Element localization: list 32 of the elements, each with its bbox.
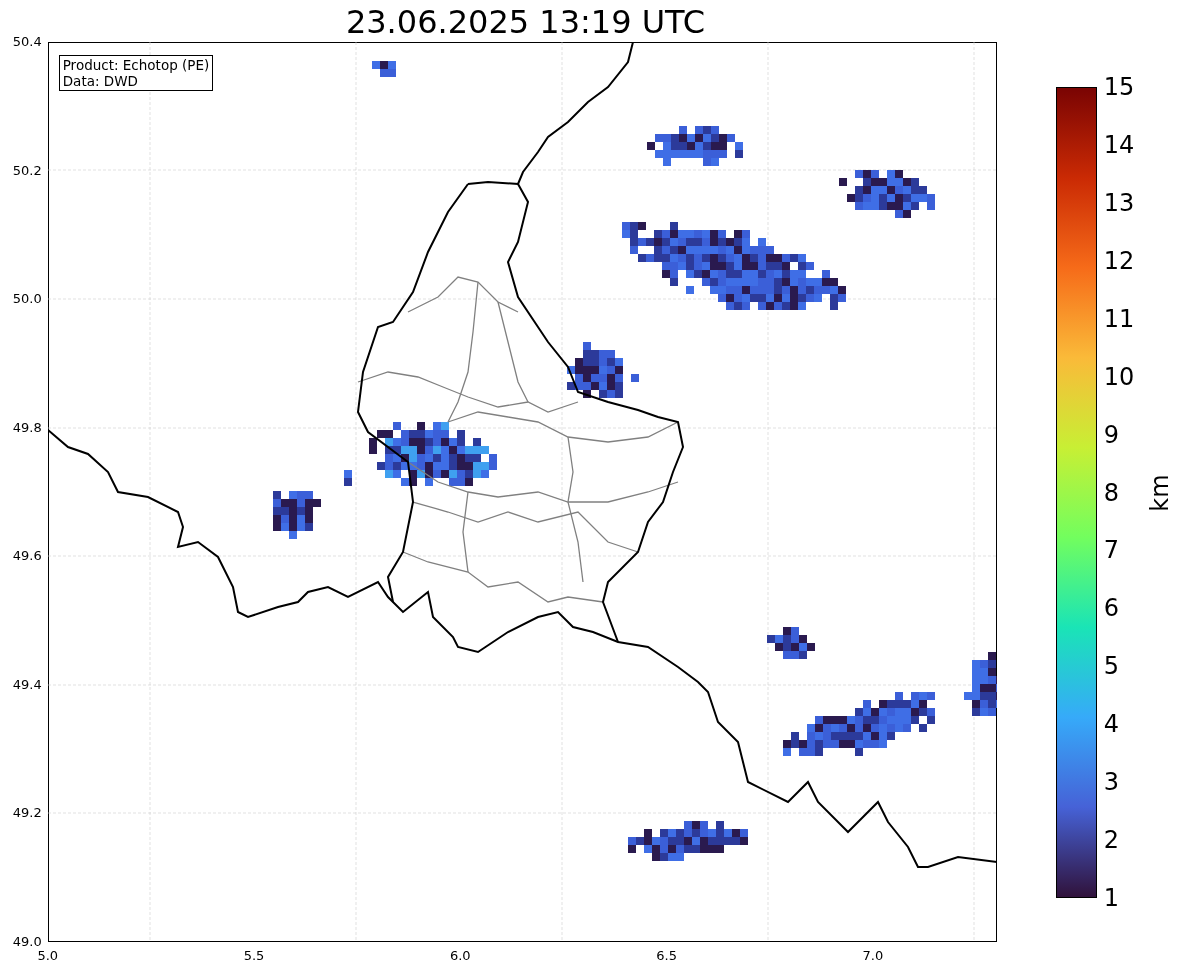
colorbar-tick-label: 5 (1103, 652, 1119, 681)
colorbar-tick-label: 12 (1103, 246, 1135, 275)
y-tick-label: 49.0 (12, 934, 42, 950)
colorbar-tick-label: 10 (1103, 362, 1135, 391)
colorbar-tick-label: 6 (1103, 594, 1119, 623)
colorbar-label: km (1145, 473, 1174, 512)
y-tick-label: 49.8 (12, 419, 42, 436)
legend-text: Product: Echotop (PE) (62, 57, 210, 73)
colorbar-tick-label: 9 (1103, 420, 1119, 449)
x-tick-label: 7.0 (862, 948, 884, 964)
colorbar-tick-label: 13 (1103, 188, 1135, 217)
x-tick-label: 5.0 (37, 948, 59, 964)
x-tick-label: 6.5 (656, 948, 677, 964)
colorbar-tick-label: 8 (1103, 478, 1119, 507)
x-tick-label: 6.0 (449, 948, 471, 964)
y-tick-label: 50.4 (12, 34, 42, 50)
colorbar-tick-label: 4 (1103, 710, 1119, 739)
chart-title: 23.06.2025 13:19 UTC (345, 2, 706, 42)
y-tick-label: 49.6 (12, 548, 42, 565)
colorbar-tick-label: 3 (1103, 768, 1119, 797)
y-tick-label: 49.2 (12, 805, 42, 822)
colorbar-tick-label: 7 (1103, 536, 1119, 565)
colorbar-tick-label: 14 (1103, 130, 1135, 159)
y-tick-label: 49.4 (12, 676, 42, 693)
colorbar-tick-label: 1 (1103, 884, 1119, 912)
y-tick-label: 50.2 (12, 162, 42, 179)
legend-text: Data: DWD (62, 73, 139, 89)
colorbar-tick-label: 15 (1103, 73, 1135, 101)
colorbar-tick-label: 2 (1103, 826, 1119, 855)
y-tick-label: 50.0 (12, 291, 42, 308)
x-tick-label: 5.5 (243, 948, 265, 964)
colorbar-tick-label: 11 (1103, 304, 1135, 333)
